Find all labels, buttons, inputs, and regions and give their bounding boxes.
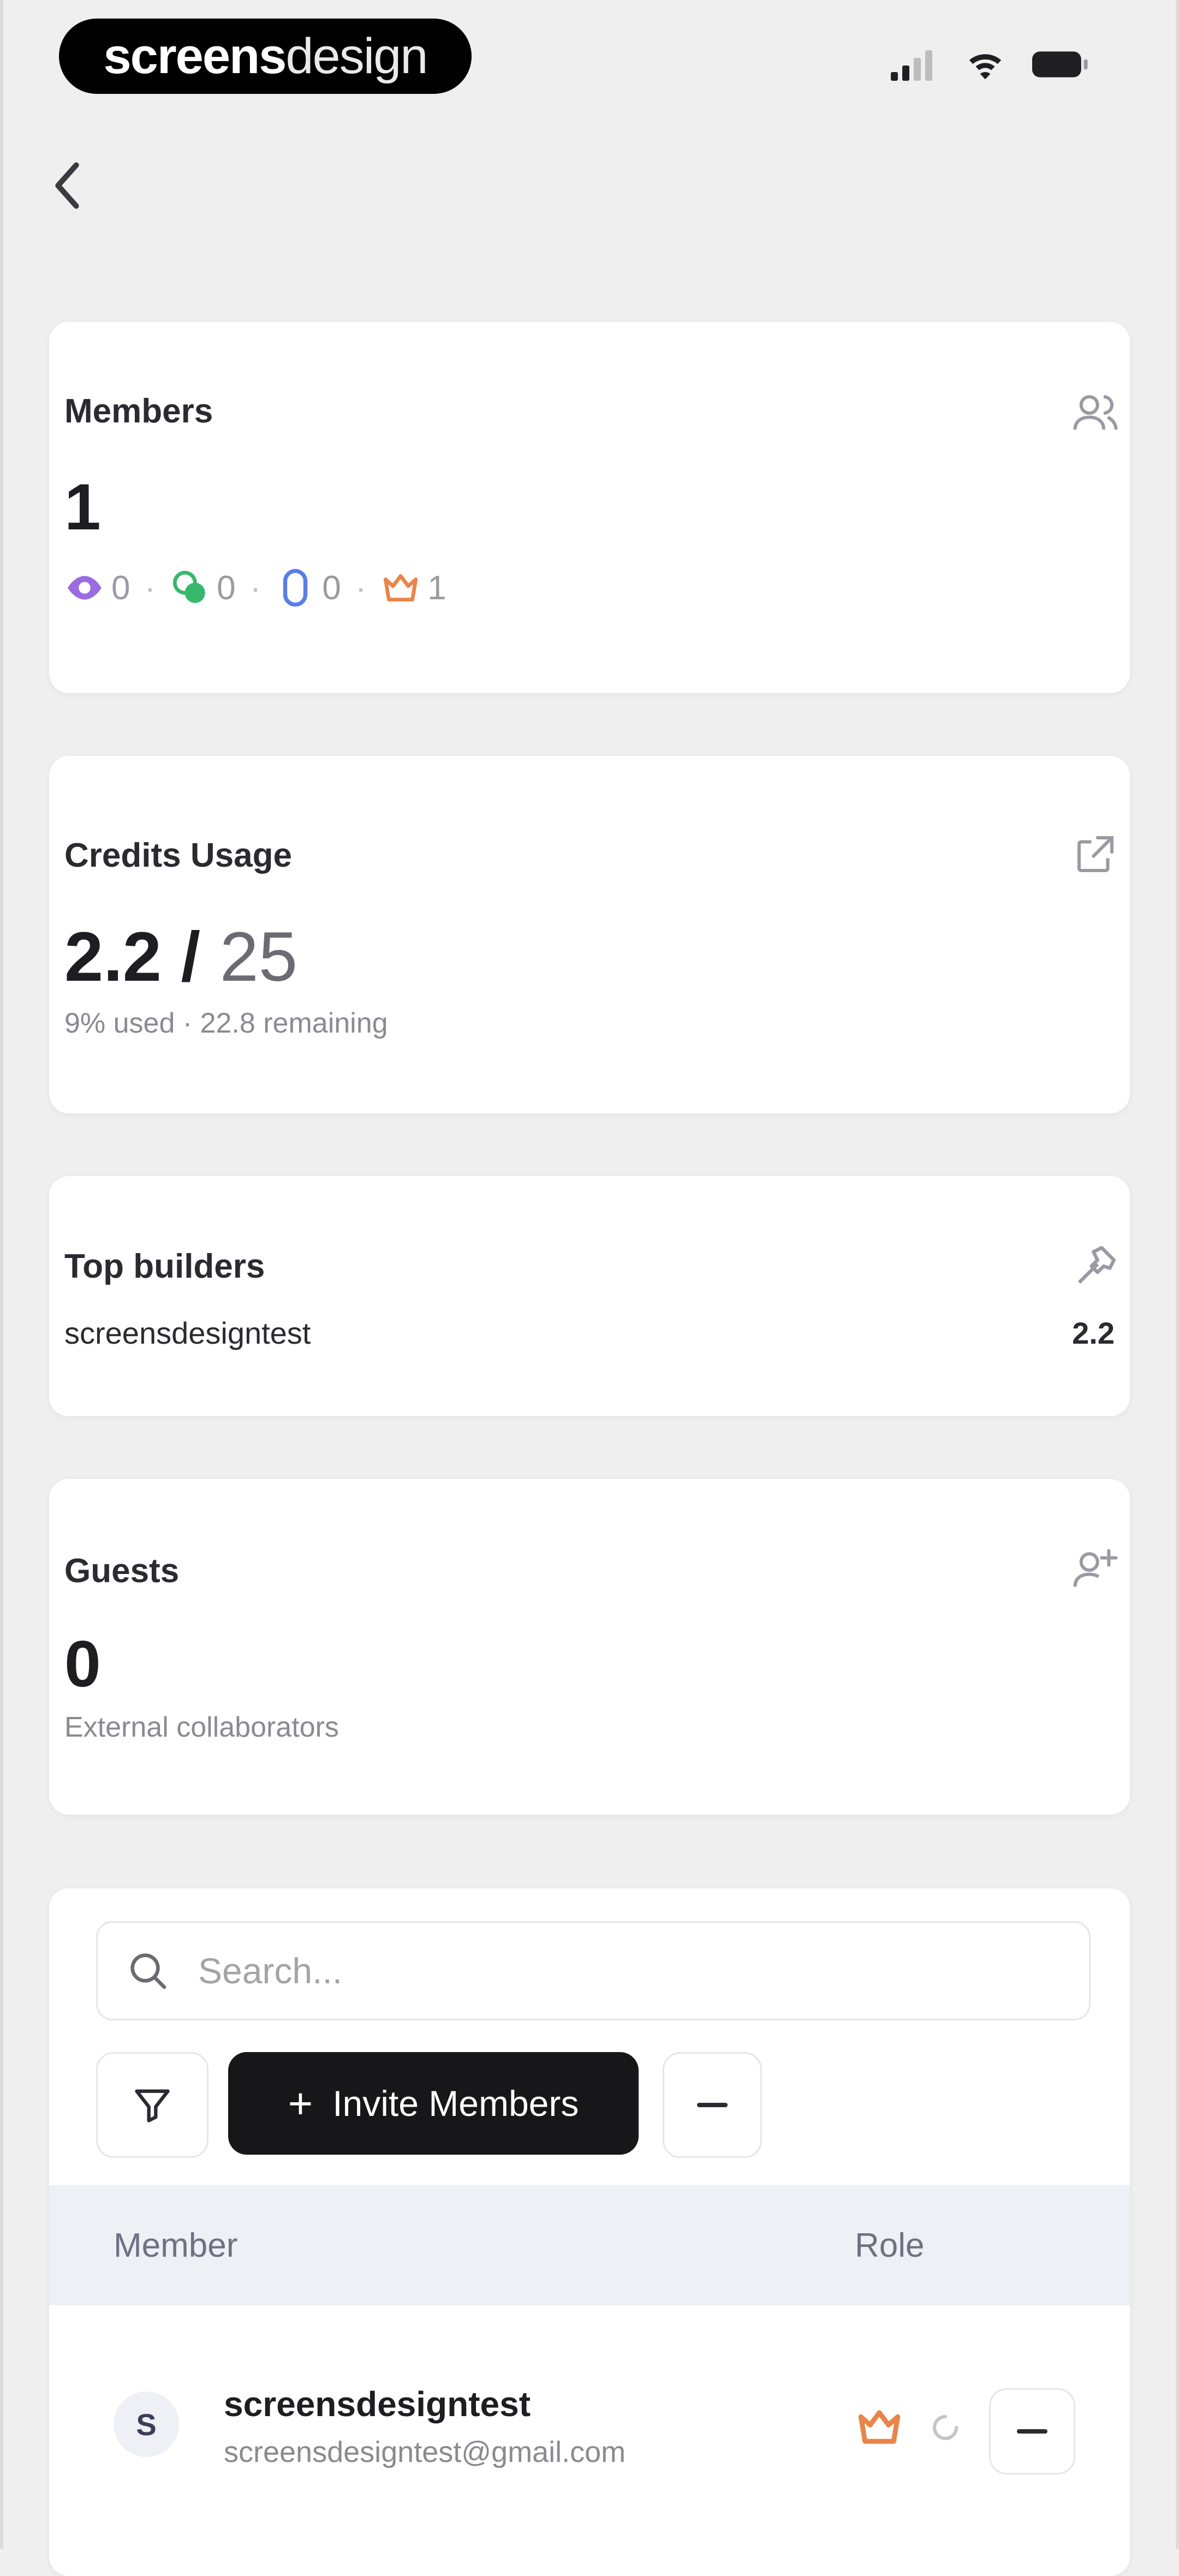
separator: · — [144, 569, 156, 607]
credits-subtitle: 9% used · 22.8 remaining — [64, 1007, 388, 1039]
table-header: Member Role — [49, 2185, 1130, 2305]
table-row: S screensdesigntest screensdesigntest@gm… — [49, 2314, 1130, 2532]
guests-count: 0 — [64, 1627, 101, 1701]
brand-logo: screens design — [59, 19, 472, 94]
admin-count: 0 — [322, 569, 341, 607]
crown-icon — [858, 2410, 901, 2444]
crown-icon — [384, 574, 418, 601]
battery-icon — [1032, 51, 1088, 77]
editor-count: 0 — [217, 569, 236, 607]
builders-card — [49, 1176, 1130, 1416]
more-options-button[interactable] — [663, 2052, 762, 2158]
eye-icon — [68, 576, 102, 600]
separator: · — [249, 569, 261, 607]
credits-card-title: Credits Usage — [64, 837, 292, 874]
guests-card-title: Guests — [64, 1552, 180, 1590]
hammer-icon — [1077, 1246, 1116, 1284]
builder-name: screensdesigntest — [64, 1316, 311, 1350]
avatar: S — [114, 2392, 179, 2457]
loading-spinner-icon — [933, 2415, 958, 2440]
members-card-title: Members — [64, 392, 213, 430]
column-member: Member — [114, 2226, 238, 2264]
filter-icon — [135, 2089, 170, 2122]
wifi-icon — [969, 54, 1002, 80]
frame-edge-right — [1176, 0, 1179, 2549]
back-chevron-icon[interactable] — [48, 158, 86, 213]
users-icon — [1073, 395, 1118, 430]
members-card — [49, 322, 1130, 693]
role-breakdown: 0 · 0 · 0 · 1 — [64, 568, 446, 608]
credits-used: 2.2 — [64, 918, 162, 996]
search-icon — [130, 1953, 166, 1989]
brand-bold-text: screens — [103, 28, 287, 84]
edit-icon — [172, 570, 205, 603]
credits-amount: 2.2 / 25 — [64, 917, 297, 997]
row-actions-button[interactable] — [989, 2388, 1075, 2474]
member-name: screensdesigntest — [224, 2384, 531, 2424]
more-icon — [1017, 2429, 1047, 2434]
members-count: 1 — [64, 470, 101, 544]
column-role: Role — [855, 2226, 925, 2264]
plus-icon: + — [288, 2079, 313, 2127]
credits-total: 25 — [219, 918, 297, 996]
invite-members-button[interactable]: + Invite Members — [228, 2052, 639, 2155]
viewer-count: 0 — [111, 569, 130, 607]
frame-edge-left — [0, 0, 3, 2549]
filter-button[interactable] — [96, 2052, 209, 2158]
brand-light-text: design — [285, 28, 428, 84]
user-plus-icon — [1073, 1549, 1118, 1587]
search-field[interactable] — [96, 1921, 1091, 2020]
more-icon — [697, 2103, 728, 2107]
cellular-signal-icon — [891, 50, 932, 81]
credits-slash: / — [161, 918, 220, 996]
builders-card-title: Top builders — [64, 1248, 265, 1285]
owner-count: 1 — [427, 569, 446, 607]
invite-members-label: Invite Members — [332, 2083, 579, 2124]
external-link-icon[interactable] — [1071, 830, 1120, 879]
shield-icon — [283, 569, 308, 607]
status-bar: screens design — [0, 0, 1179, 115]
builder-credits: 2.2 — [1072, 1316, 1115, 1350]
member-email: screensdesigntest@gmail.com — [224, 2436, 626, 2468]
guests-card — [49, 1479, 1130, 1815]
separator: · — [355, 569, 367, 607]
search-input[interactable] — [197, 1949, 1018, 1992]
guests-subtitle: External collaborators — [64, 1712, 339, 1743]
